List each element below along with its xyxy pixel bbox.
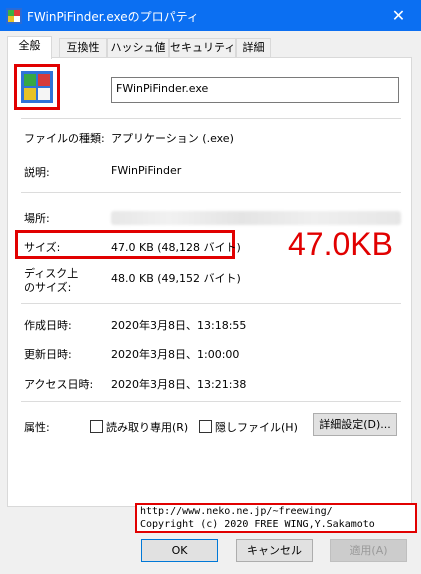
created-value: 2020年3月8日、13:18:55 bbox=[111, 319, 247, 332]
size-annotation: 47.0KB bbox=[288, 226, 393, 262]
location-value-blurred bbox=[111, 211, 401, 225]
size-label: サイズ: bbox=[24, 241, 61, 254]
advanced-settings-button[interactable]: 詳細設定(D)... bbox=[313, 413, 397, 436]
attributes-label: 属性: bbox=[24, 421, 50, 434]
disk-size-value: 48.0 KB (49,152 バイト) bbox=[111, 272, 241, 285]
accessed-value: 2020年3月8日、13:21:38 bbox=[111, 378, 247, 391]
size-value: 47.0 KB (48,128 バイト) bbox=[111, 241, 241, 254]
tab-details[interactable]: 詳細 bbox=[236, 38, 271, 58]
hidden-label[interactable]: 隠しファイル(H) bbox=[215, 419, 298, 435]
description-label: 説明: bbox=[24, 166, 50, 179]
icon-highlight-box bbox=[14, 64, 60, 110]
divider bbox=[21, 118, 401, 119]
tab-hash[interactable]: ハッシュ値 bbox=[107, 38, 169, 58]
close-button[interactable]: ✕ bbox=[376, 0, 421, 31]
credit-url: http://www.neko.ne.jp/~freewing/ bbox=[140, 506, 333, 517]
accessed-label: アクセス日時: bbox=[24, 378, 94, 391]
ok-button[interactable]: OK bbox=[141, 539, 218, 562]
divider bbox=[21, 303, 401, 304]
divider bbox=[21, 192, 401, 193]
general-panel: FWinPiFinder.exe ファイルの種類: アプリケーション (.exe… bbox=[7, 57, 412, 507]
title-bar: FWinPiFinder.exeのプロパティ ✕ bbox=[0, 0, 421, 31]
close-icon: ✕ bbox=[391, 6, 406, 25]
window-title: FWinPiFinder.exeのプロパティ bbox=[27, 10, 199, 24]
properties-dialog: 全般 互換性 ハッシュ値 セキュリティ 詳細 FWinPiFinder.exe … bbox=[0, 31, 421, 574]
modified-label: 更新日時: bbox=[24, 348, 72, 361]
location-label: 場所: bbox=[24, 212, 50, 225]
cancel-button[interactable]: キャンセル bbox=[236, 539, 313, 562]
description-value: FWinPiFinder bbox=[111, 164, 182, 177]
credit-copyright: Copyright (c) 2020 FREE WING,Y.Sakamoto bbox=[140, 519, 375, 530]
modified-value: 2020年3月8日、1:00:00 bbox=[111, 348, 240, 361]
file-name-field[interactable]: FWinPiFinder.exe bbox=[111, 77, 399, 103]
disk-size-label-line2: のサイズ: bbox=[24, 281, 72, 294]
apply-button[interactable]: 適用(A) bbox=[330, 539, 407, 562]
readonly-label[interactable]: 読み取り専用(R) bbox=[106, 419, 188, 435]
tab-general[interactable]: 全般 bbox=[7, 36, 52, 59]
readonly-checkbox[interactable] bbox=[90, 420, 103, 433]
hidden-checkbox[interactable] bbox=[199, 420, 212, 433]
type-label: ファイルの種類: bbox=[24, 132, 105, 145]
type-value: アプリケーション (.exe) bbox=[111, 132, 234, 145]
divider bbox=[21, 401, 401, 402]
tab-compatibility[interactable]: 互換性 bbox=[59, 38, 107, 58]
tab-security[interactable]: セキュリティ bbox=[169, 38, 236, 58]
credit-box: http://www.neko.ne.jp/~freewing/ Copyrig… bbox=[135, 503, 417, 533]
created-label: 作成日時: bbox=[24, 319, 72, 332]
app-icon-small bbox=[6, 8, 22, 24]
